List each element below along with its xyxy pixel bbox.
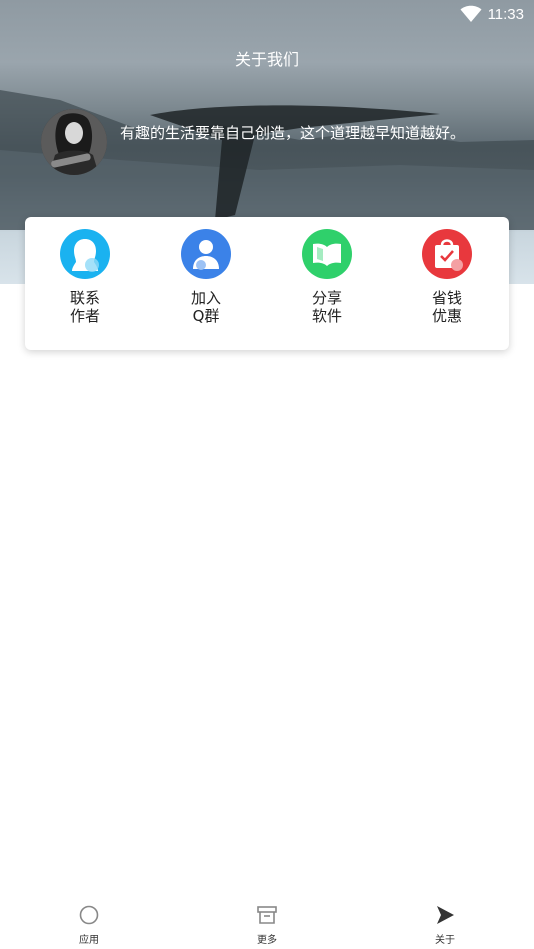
join-group-button[interactable]: 加入 Q群 [156, 229, 256, 325]
contact-author-icon [60, 229, 110, 279]
tab-more[interactable]: 更多 [237, 904, 297, 946]
join-group-label: 加入 Q群 [190, 289, 221, 325]
bottom-tab-bar: 应用 更多 关于 [0, 898, 534, 949]
tab-more-label: 更多 [257, 935, 277, 946]
contact-author-label: 联系 作者 [69, 289, 100, 325]
discount-label: 省钱 优惠 [431, 289, 462, 325]
tab-about[interactable]: 关于 [415, 904, 475, 946]
contact-author-button[interactable]: 联系 作者 [35, 229, 135, 325]
share-app-button[interactable]: 分享 软件 [277, 229, 377, 325]
avatar[interactable] [41, 109, 107, 175]
status-time: 11:33 [487, 5, 524, 23]
play-icon [437, 906, 454, 924]
circle-icon [79, 905, 99, 925]
discount-bag-icon [422, 229, 472, 279]
box-icon [257, 906, 277, 924]
tab-about-label: 关于 [435, 935, 455, 946]
status-bar: 11:33 [460, 4, 524, 24]
page-title: 关于我们 [234, 50, 299, 69]
wifi-icon [460, 5, 482, 22]
profile-motto: 有趣的生活要靠自己创造，这个道理越早知道越好。 [120, 124, 466, 142]
tab-apps-label: 应用 [79, 935, 99, 946]
share-app-label: 分享 软件 [311, 289, 342, 325]
tab-apps[interactable]: 应用 [59, 904, 119, 946]
action-card: 联系 作者 加入 Q群 分享 软件 省钱 优惠 [25, 217, 509, 350]
discount-button[interactable]: 省钱 优惠 [397, 229, 497, 325]
share-book-icon [302, 229, 352, 279]
join-group-icon [181, 229, 231, 279]
avatar-image [41, 109, 107, 175]
